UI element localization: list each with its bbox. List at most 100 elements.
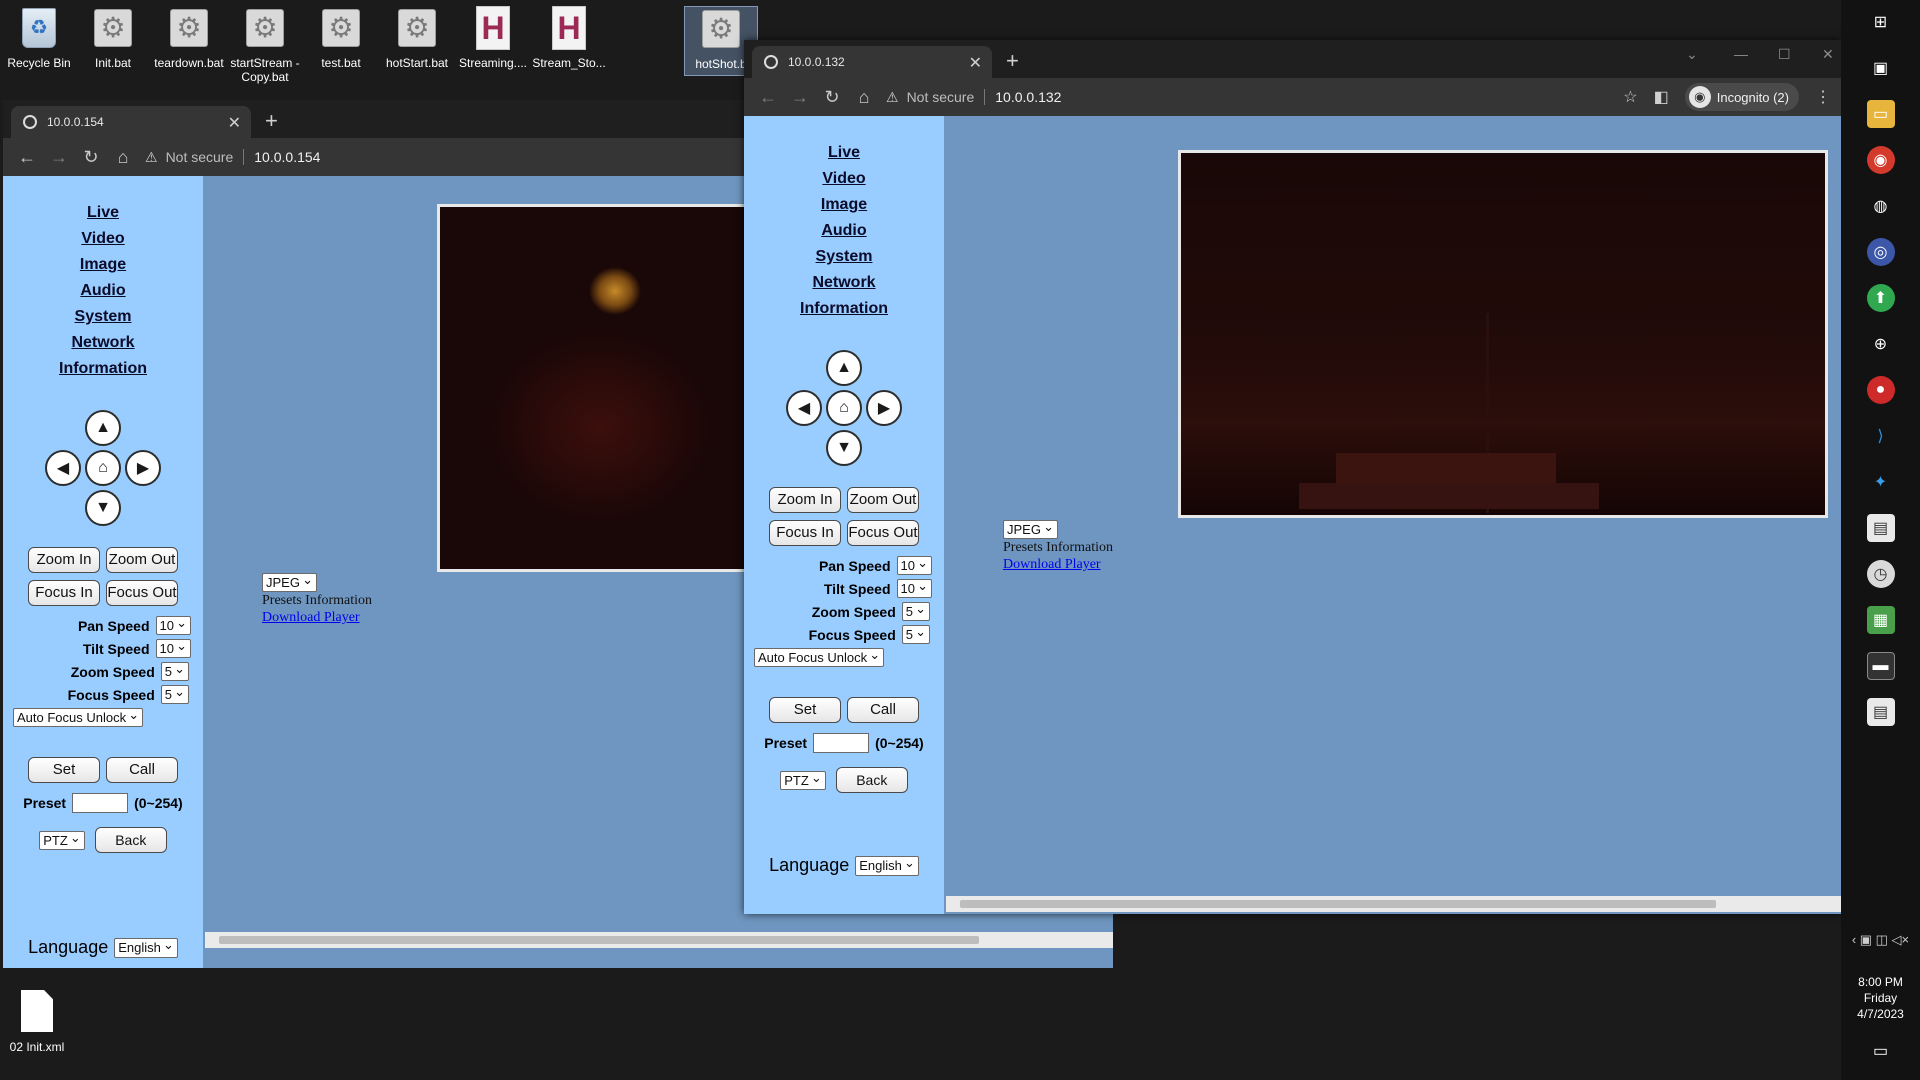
menu-video[interactable]: Video [3,226,203,252]
tilt-speed-select[interactable]: 10 [155,637,191,658]
menu-information[interactable]: Information [3,356,203,382]
terminal-icon[interactable]: ▬ [1866,652,1895,680]
close-tab-icon[interactable]: ✕ [228,113,241,133]
preset-call-button[interactable]: Call [847,697,919,723]
stream-format-select[interactable]: JPEG [1003,518,1058,539]
ptz-home-button[interactable]: ⌂ [826,390,862,426]
task-view-icon[interactable]: ▣ [1867,54,1895,82]
desktop-icon-startstream-copy-bat[interactable]: ⚙ startStream - Copy.bat [228,6,302,84]
forward-arrow-icon[interactable]: → [43,147,75,168]
desktop-icon-test-bat[interactable]: ⚙ test.bat [304,6,378,70]
pan-speed-select[interactable]: 10 [155,614,191,635]
back-button[interactable]: Back [94,827,167,853]
preset-input[interactable] [72,793,129,813]
file-explorer-icon[interactable]: ▭ [1866,100,1895,128]
menu-system[interactable]: System [3,304,203,330]
clock-app-icon[interactable]: ◷ [1866,560,1895,588]
close-tab-icon[interactable]: ✕ [969,53,982,73]
menu-audio[interactable]: Audio [744,218,944,244]
focus-out-button[interactable]: Focus Out [106,580,178,606]
pan-left-button[interactable]: ◀ [786,390,822,426]
globe-app-icon[interactable]: ⊕ [1867,330,1895,358]
mode-select[interactable]: PTZ [39,829,85,850]
scrollbar-thumb[interactable] [960,900,1716,908]
notification-icon[interactable]: ▭ [1841,1044,1920,1060]
close-window-icon[interactable]: ✕ [1822,46,1834,63]
preset-set-button[interactable]: Set [28,757,100,783]
sheet-app-icon[interactable]: ▦ [1866,606,1895,634]
recorder-app-icon[interactable]: ● [1866,376,1895,404]
mode-select[interactable]: PTZ [780,769,826,790]
tray-icons[interactable]: ‹ ▣ ◫ ◁× [1841,932,1920,948]
webcam-app-icon[interactable]: ◍ [1867,192,1895,220]
horizontal-scrollbar[interactable] [946,896,1841,912]
language-select[interactable]: English [114,936,178,958]
windows-start-icon[interactable]: ⊞ [1867,8,1895,36]
notes-app-icon[interactable]: ▤ [1866,698,1895,726]
pan-right-button[interactable]: ▶ [125,450,161,486]
ptz-home-button[interactable]: ⌂ [85,450,121,486]
auto-focus-select[interactable]: Auto Focus Unlock [754,646,885,667]
horizontal-scrollbar[interactable] [205,932,1113,948]
preset-input[interactable] [813,733,870,753]
chrome-icon[interactable]: ◉ [1866,146,1895,174]
network-app-icon[interactable]: ◎ [1866,238,1895,266]
clock-time[interactable]: 8:00 PM [1841,974,1920,990]
home-icon[interactable]: ⌂ [848,87,880,108]
focus-in-button[interactable]: Focus In [28,580,100,606]
menu-live[interactable]: Live [744,140,944,166]
puzzle-app-icon[interactable]: ✦ [1867,468,1895,496]
document-app-icon[interactable]: ▤ [1866,514,1895,542]
tab-10-0-0-132[interactable]: 10.0.0.132 ✕ [752,46,992,78]
menu-video[interactable]: Video [744,166,944,192]
stream-format-select[interactable]: JPEG [262,571,317,592]
focus-speed-select[interactable]: 5 [160,683,189,704]
zoom-out-button[interactable]: Zoom Out [106,547,178,573]
tab-search-icon[interactable]: ⌄ [1686,46,1698,63]
download-player-link[interactable]: Download Player [1003,557,1101,572]
auto-focus-select[interactable]: Auto Focus Unlock [13,706,144,727]
scrollbar-thumb[interactable] [219,936,979,944]
side-panel-icon[interactable]: ◧ [1654,87,1669,107]
preset-set-button[interactable]: Set [769,697,841,723]
desktop-icon-init-xml[interactable]: 02 Init.xml [4,990,70,1054]
new-tab-button[interactable]: + [1006,48,1019,74]
menu-network[interactable]: Network [3,330,203,356]
address-bar[interactable]: ⚠ Not secure 10.0.0.132 [886,83,1617,111]
zoom-speed-select[interactable]: 5 [160,660,189,681]
desktop-icon-teardown-bat[interactable]: ⚙ teardown.bat [152,6,226,70]
zoom-in-button[interactable]: Zoom In [28,547,100,573]
desktop-icon-streaming[interactable]: H Streaming.... [456,6,530,70]
reload-icon[interactable]: ↻ [816,87,848,108]
menu-information[interactable]: Information [744,296,944,322]
upload-app-icon[interactable]: ⬆ [1866,284,1895,312]
pan-right-button[interactable]: ▶ [866,390,902,426]
download-player-link[interactable]: Download Player [262,610,360,625]
language-select[interactable]: English [855,854,919,876]
pan-up-button[interactable]: ▲ [85,410,121,446]
pan-speed-select[interactable]: 10 [896,554,932,575]
bookmark-star-icon[interactable]: ☆ [1623,87,1637,107]
back-arrow-icon[interactable]: ← [11,147,43,168]
minimize-icon[interactable]: — [1734,46,1748,62]
zoom-speed-select[interactable]: 5 [901,600,930,621]
new-tab-button[interactable]: + [265,108,278,134]
desktop-icon-recycle-bin[interactable]: ♻ Recycle Bin [2,6,76,70]
incognito-badge[interactable]: ◉ Incognito (2) [1684,83,1799,111]
pan-left-button[interactable]: ◀ [45,450,81,486]
focus-out-button[interactable]: Focus Out [847,520,919,546]
menu-audio[interactable]: Audio [3,278,203,304]
desktop-icon-hotstart-bat[interactable]: ⚙ hotStart.bat [380,6,454,70]
vscode-icon[interactable]: ⟩ [1867,422,1895,450]
pan-up-button[interactable]: ▲ [826,350,862,386]
menu-network[interactable]: Network [744,270,944,296]
home-icon[interactable]: ⌂ [107,147,139,168]
back-arrow-icon[interactable]: ← [752,87,784,108]
desktop-icon-stream-sto[interactable]: H Stream_Sto... [532,6,606,70]
maximize-icon[interactable]: ☐ [1778,46,1791,63]
reload-icon[interactable]: ↻ [75,147,107,168]
pan-down-button[interactable]: ▼ [826,430,862,466]
menu-image[interactable]: Image [3,252,203,278]
tab-10-0-0-154[interactable]: 10.0.0.154 ✕ [11,106,251,138]
menu-system[interactable]: System [744,244,944,270]
